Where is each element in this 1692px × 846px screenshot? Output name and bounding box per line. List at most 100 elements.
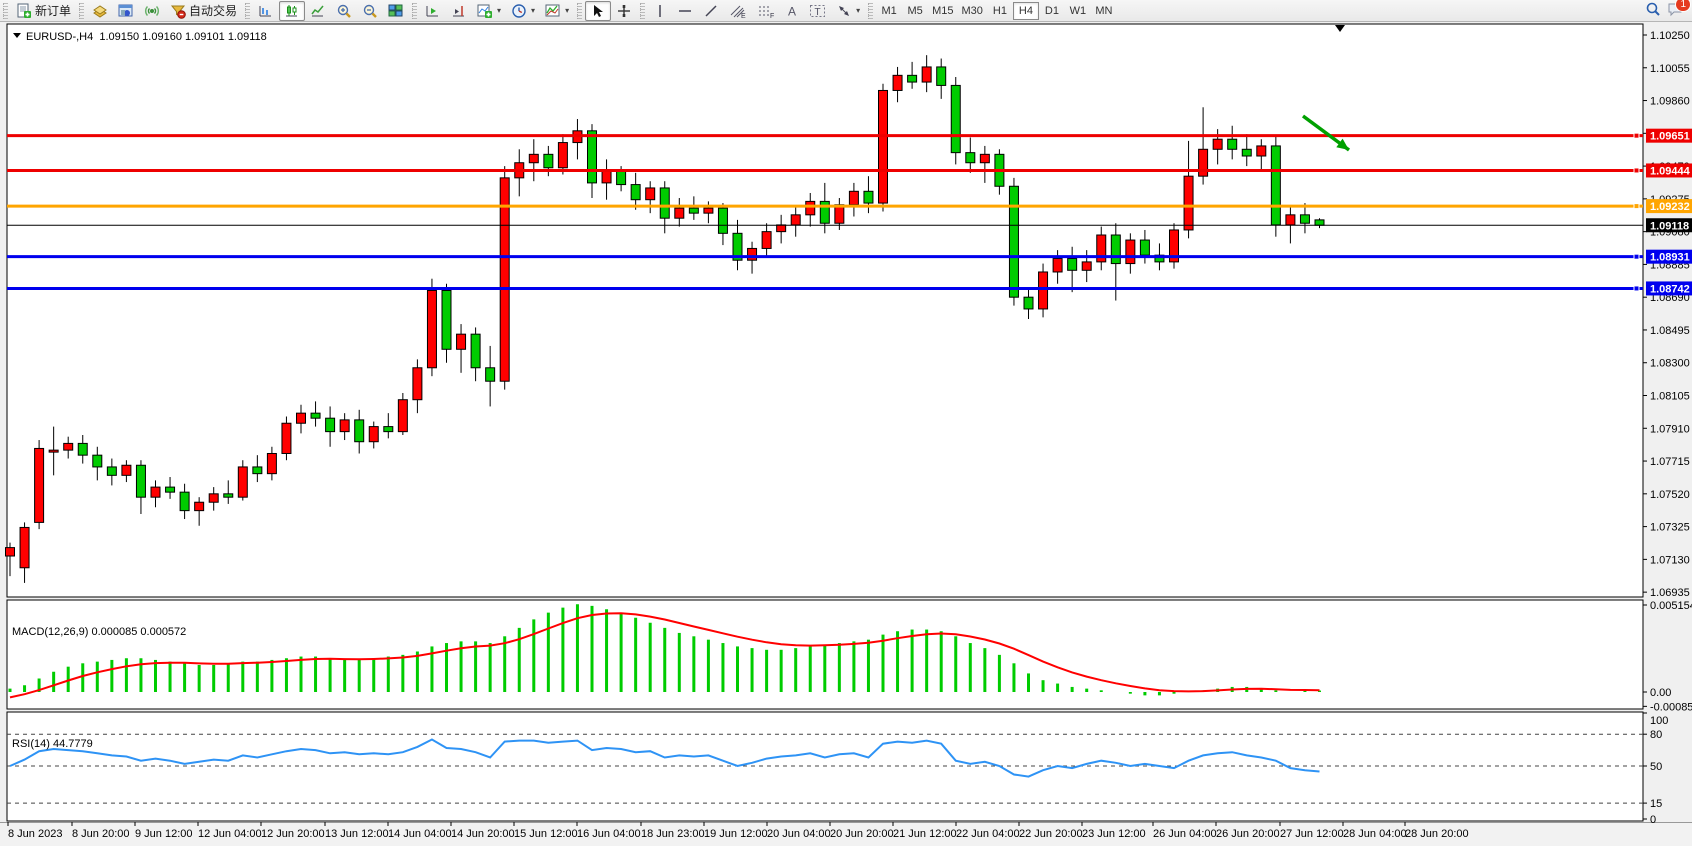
- chart-panel: [7, 24, 1643, 597]
- rsi-axis-tick: 15: [1650, 798, 1662, 810]
- timeframe-m15-button[interactable]: M15: [928, 2, 957, 20]
- time-axis-label: 19 Jun 12:00: [704, 828, 768, 840]
- candle: [238, 467, 247, 497]
- cursor-button[interactable]: [585, 1, 611, 21]
- fibonacci-button[interactable]: F: [752, 1, 780, 21]
- zoom-out-button[interactable]: [357, 1, 383, 21]
- price-axis-tick: 1.07715: [1650, 456, 1690, 468]
- chart-canvas[interactable]: 1.102501.100551.098601.096651.094701.092…: [0, 22, 1692, 846]
- candle: [253, 467, 262, 474]
- line-anchor-marker[interactable]: [1634, 204, 1639, 209]
- candle: [1286, 215, 1295, 225]
- new-order-label: 新订单: [35, 2, 71, 19]
- price-axis-tick: 1.07910: [1650, 423, 1690, 435]
- search-icon[interactable]: [1645, 1, 1661, 20]
- timeframe-m5-button[interactable]: M5: [902, 2, 928, 20]
- crosshair-button[interactable]: [611, 1, 637, 21]
- text-label-icon: T: [809, 3, 826, 19]
- timeframe-h1-button[interactable]: H1: [987, 2, 1013, 20]
- time-axis-label: 12 Jun 20:00: [261, 828, 325, 840]
- candle: [602, 171, 611, 183]
- bar-chart-icon: [258, 3, 274, 19]
- candle: [326, 418, 335, 431]
- time-axis-label: 20 Jun 04:00: [767, 828, 831, 840]
- candle: [1184, 176, 1193, 230]
- data-window-button[interactable]: [113, 1, 139, 21]
- candle: [1039, 272, 1048, 309]
- candle: [777, 225, 786, 232]
- indicators-button[interactable]: ▾: [472, 1, 506, 21]
- chart-shift-button[interactable]: [446, 1, 472, 21]
- candle: [413, 368, 422, 400]
- arrows-button[interactable]: ▾: [831, 1, 865, 21]
- candle: [558, 143, 567, 168]
- signals-button[interactable]: [139, 1, 165, 21]
- periods-clock-icon: [511, 3, 527, 19]
- candle: [718, 208, 727, 233]
- candle: [224, 494, 233, 497]
- candle: [646, 188, 655, 200]
- indicators-caret-icon: ▾: [497, 6, 501, 15]
- autotrade-button[interactable]: 自动交易: [165, 1, 242, 21]
- line-chart-button[interactable]: [305, 1, 331, 21]
- candle: [384, 427, 393, 432]
- candle: [1082, 262, 1091, 270]
- candle: [1053, 259, 1062, 272]
- timeframe-m1-button[interactable]: M1: [876, 2, 902, 20]
- candle: [544, 154, 553, 167]
- trendline-button[interactable]: [698, 1, 724, 21]
- candle: [471, 334, 480, 368]
- signals-icon: [144, 3, 160, 19]
- price-axis-tick: 1.08105: [1650, 391, 1690, 403]
- text-label-button[interactable]: T: [804, 1, 831, 21]
- line-anchor-marker[interactable]: [1634, 133, 1639, 138]
- tile-windows-button[interactable]: [383, 1, 409, 21]
- price-tag-label: 1.09232: [1650, 201, 1690, 213]
- text-button[interactable]: A: [780, 1, 804, 21]
- timeframe-group: M1M5M15M30H1H4D1W1MN: [876, 2, 1117, 20]
- macd-indicator-label: MACD(12,26,9) 0.000085 0.000572: [12, 626, 186, 638]
- chat-button[interactable]: 1: [1667, 1, 1684, 20]
- time-axis-label: 28 Jun 20:00: [1405, 828, 1469, 840]
- candle: [689, 208, 698, 213]
- candle: [486, 368, 495, 381]
- text-icon: A: [785, 3, 799, 19]
- bar-chart-button[interactable]: [253, 1, 279, 21]
- line-anchor-marker[interactable]: [1634, 286, 1639, 291]
- one-click-expand-icon[interactable]: [13, 33, 21, 38]
- line-anchor-marker[interactable]: [1634, 168, 1639, 173]
- horizontal-line-button[interactable]: [672, 1, 698, 21]
- candle: [922, 67, 931, 82]
- auto-scroll-button[interactable]: [420, 1, 446, 21]
- timeframe-h4-button[interactable]: H4: [1013, 2, 1039, 20]
- zoom-in-button[interactable]: [331, 1, 357, 21]
- macd-axis-tick: 0.00: [1650, 687, 1671, 699]
- time-axis-label: 27 Jun 12:00: [1280, 828, 1344, 840]
- timeframe-d1-button[interactable]: D1: [1039, 2, 1065, 20]
- time-axis-label: 21 Jun 12:00: [893, 828, 957, 840]
- timeframe-mn-button[interactable]: MN: [1091, 2, 1117, 20]
- timeframe-w1-button[interactable]: W1: [1065, 2, 1091, 20]
- fibonacci-icon: F: [757, 3, 775, 19]
- timeframe-m30-button[interactable]: M30: [958, 2, 987, 20]
- candlestick-chart-button[interactable]: [279, 1, 305, 21]
- new-order-button[interactable]: 新订单: [11, 1, 76, 21]
- svg-text:F: F: [770, 13, 774, 19]
- candle: [1111, 235, 1120, 264]
- templates-button[interactable]: ▾: [540, 1, 574, 21]
- price-tag-label: 1.08931: [1650, 252, 1690, 264]
- line-anchor-marker[interactable]: [1634, 254, 1639, 259]
- rsi-axis-tick: 50: [1650, 761, 1662, 773]
- periods-button[interactable]: ▾: [506, 1, 540, 21]
- vertical-line-button[interactable]: [648, 1, 672, 21]
- candle: [908, 75, 917, 82]
- candle: [427, 290, 436, 367]
- candle: [893, 75, 902, 90]
- candlestick-chart-icon: [284, 3, 300, 19]
- equidistant-channel-button[interactable]: E: [724, 1, 752, 21]
- candle: [107, 467, 116, 475]
- market-watch-button[interactable]: [87, 1, 113, 21]
- candle: [1199, 149, 1208, 176]
- toolbar-grip: [577, 3, 582, 19]
- chart-title: EURUSD-,H4 1.09150 1.09160 1.09101 1.091…: [26, 31, 267, 43]
